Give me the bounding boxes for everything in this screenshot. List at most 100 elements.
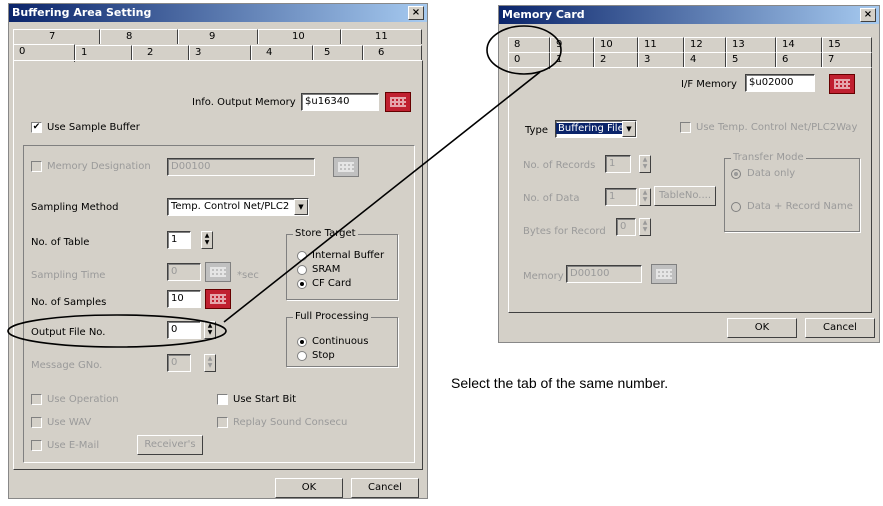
bytes-for-record-label: Bytes for Record bbox=[523, 226, 606, 237]
dialog-title: Memory Card bbox=[499, 6, 879, 24]
no-of-records-input[interactable]: 1 bbox=[605, 155, 631, 173]
memory-designation-input[interactable]: D00100 bbox=[167, 158, 315, 176]
if-memory-input[interactable]: $u02000 bbox=[745, 74, 815, 92]
tab-3[interactable]: 3 bbox=[189, 45, 251, 60]
tab-6[interactable]: 6 bbox=[776, 52, 822, 67]
full-processing-label: Full Processing bbox=[293, 311, 371, 322]
tab-13[interactable]: 13 bbox=[726, 37, 776, 52]
replay-sound-label: Replay Sound Consecu bbox=[233, 417, 348, 428]
use-operation-checkbox[interactable] bbox=[31, 394, 42, 405]
store-cf-card-radio[interactable] bbox=[297, 279, 307, 289]
keypad-icon[interactable] bbox=[333, 157, 359, 177]
message-gno-input[interactable]: 0 bbox=[167, 354, 191, 372]
no-of-data-spinner[interactable]: ▲ ▼ bbox=[639, 188, 651, 206]
info-output-input[interactable]: $u16340 bbox=[301, 93, 379, 111]
ok-button[interactable]: OK bbox=[275, 478, 343, 498]
memory-card-dialog: Memory Card × 8 9 10 11 12 13 14 15 0 1 … bbox=[498, 5, 880, 343]
memory-label: Memory bbox=[523, 271, 564, 282]
keypad-icon[interactable] bbox=[205, 262, 231, 282]
store-internal-label: Internal Buffer bbox=[312, 250, 385, 261]
caption-text: Select the tab of the same number. bbox=[451, 375, 669, 391]
sampling-time-unit: *sec bbox=[237, 270, 259, 281]
cancel-button[interactable]: Cancel bbox=[351, 478, 419, 498]
no-of-samples-input[interactable]: 10 bbox=[167, 290, 201, 308]
buffering-area-dialog: Buffering Area Setting × 7 8 9 10 11 0 1… bbox=[8, 3, 428, 499]
output-file-input[interactable]: 0 bbox=[167, 321, 201, 339]
ok-button[interactable]: OK bbox=[727, 318, 797, 338]
sampling-time-label: Sampling Time bbox=[31, 270, 106, 281]
tab-5[interactable]: 5 bbox=[726, 52, 776, 67]
receivers-button[interactable]: Receiver's bbox=[137, 435, 203, 455]
type-select[interactable]: Buffering File ▼ bbox=[555, 120, 637, 138]
tab-11[interactable]: 11 bbox=[638, 37, 684, 52]
tab-6[interactable]: 6 bbox=[363, 45, 422, 60]
store-sram-label: SRAM bbox=[312, 264, 341, 275]
chevron-down-icon[interactable]: ▼ bbox=[622, 121, 636, 137]
dialog-title: Buffering Area Setting bbox=[9, 4, 427, 22]
store-internal-radio[interactable] bbox=[297, 251, 307, 261]
no-of-records-label: No. of Records bbox=[523, 160, 596, 171]
no-of-data-input[interactable]: 1 bbox=[605, 188, 637, 206]
data-record-name-label: Data + Record Name bbox=[747, 201, 853, 212]
store-target-label: Store Target bbox=[293, 228, 358, 239]
use-sample-buffer-checkbox[interactable]: ✔ bbox=[31, 122, 42, 133]
tab-9[interactable]: 9 bbox=[550, 37, 594, 52]
close-button[interactable]: × bbox=[408, 6, 424, 20]
use-start-bit-label: Use Start Bit bbox=[233, 394, 297, 405]
calculator-icon[interactable] bbox=[829, 74, 855, 94]
message-gno-label: Message GNo. bbox=[31, 360, 103, 371]
chevron-down-icon[interactable]: ▼ bbox=[294, 199, 308, 215]
calculator-icon[interactable] bbox=[385, 92, 411, 112]
use-start-bit-checkbox[interactable] bbox=[217, 394, 228, 405]
memory-designation-checkbox[interactable] bbox=[31, 161, 42, 172]
tab-4[interactable]: 4 bbox=[684, 52, 726, 67]
data-only-radio[interactable] bbox=[731, 169, 741, 179]
tab-8[interactable]: 8 bbox=[508, 37, 550, 52]
tableno-button[interactable]: TableNo.... bbox=[654, 186, 716, 206]
if-memory-label: I/F Memory bbox=[681, 79, 737, 90]
info-output-label: Info. Output Memory bbox=[192, 97, 296, 108]
continuous-label: Continuous bbox=[312, 336, 369, 347]
tab-15[interactable]: 15 bbox=[822, 37, 872, 52]
tab-7[interactable]: 7 bbox=[13, 29, 100, 44]
use-email-checkbox[interactable] bbox=[31, 440, 42, 451]
tab-5[interactable]: 5 bbox=[313, 45, 363, 60]
stop-radio[interactable] bbox=[297, 351, 307, 361]
tab-1[interactable]: 1 bbox=[75, 45, 132, 60]
tab-8[interactable]: 8 bbox=[100, 29, 178, 44]
tab-1[interactable]: 1 bbox=[550, 52, 594, 67]
sampling-method-select[interactable]: Temp. Control Net/PLC2 ▼ bbox=[167, 198, 309, 216]
close-button[interactable]: × bbox=[860, 8, 876, 22]
memory-input[interactable]: D00100 bbox=[566, 265, 642, 283]
use-wav-label: Use WAV bbox=[47, 417, 92, 428]
tab-9[interactable]: 9 bbox=[178, 29, 258, 44]
data-record-name-radio[interactable] bbox=[731, 202, 741, 212]
no-of-table-spinner[interactable]: ▲ ▼ bbox=[201, 231, 213, 249]
tab-4[interactable]: 4 bbox=[251, 45, 313, 60]
bytes-for-record-input[interactable]: 0 bbox=[616, 218, 636, 236]
output-file-spinner[interactable]: ▲ ▼ bbox=[204, 321, 216, 339]
tab-10[interactable]: 10 bbox=[594, 37, 638, 52]
use-wav-checkbox[interactable] bbox=[31, 417, 42, 428]
cancel-button[interactable]: Cancel bbox=[805, 318, 875, 338]
tab-11[interactable]: 11 bbox=[341, 29, 422, 44]
message-gno-spinner[interactable]: ▲ ▼ bbox=[204, 354, 216, 372]
tab-10[interactable]: 10 bbox=[258, 29, 341, 44]
type-label: Type bbox=[525, 125, 548, 136]
tab-14[interactable]: 14 bbox=[776, 37, 822, 52]
keypad-icon[interactable] bbox=[651, 264, 677, 284]
store-sram-radio[interactable] bbox=[297, 265, 307, 275]
replay-sound-checkbox[interactable] bbox=[217, 417, 228, 428]
continuous-radio[interactable] bbox=[297, 337, 307, 347]
sampling-time-input[interactable]: 0 bbox=[167, 263, 201, 281]
tab-7[interactable]: 7 bbox=[822, 52, 872, 67]
tab-2[interactable]: 2 bbox=[594, 52, 638, 67]
no-of-records-spinner[interactable]: ▲ ▼ bbox=[639, 155, 651, 173]
bytes-for-record-spinner[interactable]: ▲ ▼ bbox=[639, 218, 651, 236]
no-of-table-input[interactable]: 1 bbox=[167, 231, 191, 249]
tab-3[interactable]: 3 bbox=[638, 52, 684, 67]
tab-2[interactable]: 2 bbox=[132, 45, 189, 60]
tab-12[interactable]: 12 bbox=[684, 37, 726, 52]
use-temp-control-checkbox[interactable] bbox=[680, 122, 691, 133]
calculator-icon[interactable] bbox=[205, 289, 231, 309]
